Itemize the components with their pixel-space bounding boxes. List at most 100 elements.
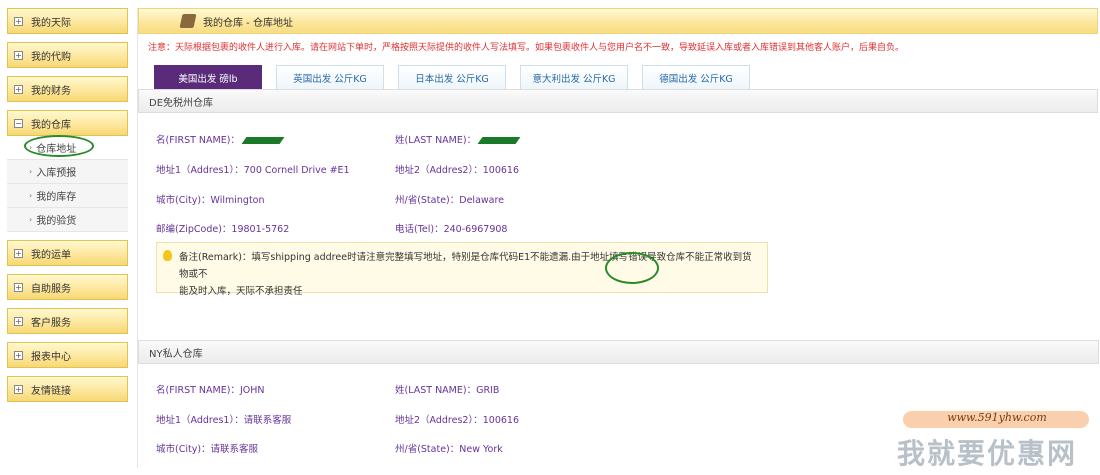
field-label: 姓(LAST NAME)： — [395, 385, 477, 396]
sidebar-item-label: 我的财务 — [31, 85, 71, 97]
sidebar-subitem-my-inventory[interactable]: › 我的库存 — [7, 184, 128, 208]
field-value: 100616 — [482, 165, 519, 176]
warehouse-section-header: DE免税州仓库 — [138, 89, 1098, 113]
field-value: GRIB — [476, 385, 500, 396]
sidebar-subitem-label: 入库预报 — [36, 168, 77, 179]
zip-row: 邮编(ZipCode)：19801-5762 — [156, 221, 289, 235]
main-content: 我的仓库 - 仓库地址 注意：天际根据包裹的收件人进行入库。请在网站下单时，严格… — [137, 8, 1099, 468]
expand-icon: + — [14, 350, 23, 360]
field-value: 100616 — [482, 415, 519, 426]
address2-row: 地址2（Addres2）：100616 — [395, 412, 519, 426]
field-value: JOHN — [239, 385, 265, 396]
field-label: 城市(City)： — [156, 444, 211, 455]
expand-icon: + — [14, 50, 23, 60]
sidebar-subitem-my-inspection[interactable]: › 我的验货 — [7, 208, 128, 232]
expand-icon: + — [14, 282, 23, 292]
warehouse-section-header: NY私人仓库 — [138, 340, 1099, 364]
sidebar-item-friend-links[interactable]: + 友情链接 — [7, 376, 128, 402]
origin-tabs: 美国出发 磅lb 英国出发 公斤KG 日本出发 公斤KG 意大利出发 公斤KG … — [138, 65, 1098, 89]
watermark-logo: www.591yhw.com 我就要优惠网 — [885, 405, 1095, 471]
tab-us[interactable]: 美国出发 磅lb — [154, 65, 262, 89]
field-label: 州/省(State)： — [395, 195, 460, 206]
city-row: 城市(City)：Wilmington — [156, 192, 265, 206]
tab-germany[interactable]: 德国出发 公斤KG — [642, 65, 750, 89]
redaction-mark — [241, 137, 285, 144]
field-label: 电话(Tel)： — [395, 224, 444, 235]
chevron-right-icon: › — [29, 191, 33, 200]
tel-row: 电话(Tel)：240-6967908 — [395, 221, 507, 235]
page-title: 我的仓库 - 仓库地址 — [203, 17, 293, 29]
city-row: 城市(City)：请联系客服 — [156, 441, 258, 455]
field-value: 240-6967908 — [443, 224, 508, 235]
sidebar-item-label: 报表中心 — [31, 351, 71, 363]
sidebar-subitem-label: 我的验货 — [36, 216, 77, 227]
sidebar-item-label: 我的代购 — [31, 51, 71, 63]
redaction-mark — [477, 137, 521, 144]
bag-icon — [179, 14, 197, 28]
field-value: New York — [459, 444, 503, 455]
sidebar: + 我的天际 + 我的代购 + 我的财务 − 我的仓库 › 仓库地址 › 入库预报 › 我的库… — [7, 8, 128, 410]
collapse-icon: − — [14, 118, 23, 128]
watermark-text: 我就要优惠网 — [897, 437, 1078, 470]
sidebar-item-report-center[interactable]: + 报表中心 — [7, 342, 128, 368]
highlight-circle — [24, 135, 94, 157]
remark-box: 备注(Remark)：填写shipping addree时请注意完整填写地址，特… — [156, 242, 768, 297]
lightbulb-icon — [163, 250, 172, 261]
sidebar-item-my-finance[interactable]: + 我的财务 — [7, 76, 128, 102]
field-value: Wilmington — [210, 195, 265, 206]
field-label: 姓(LAST NAME)： — [395, 135, 477, 146]
page-title-bar: 我的仓库 - 仓库地址 — [138, 8, 1098, 34]
field-label: 名(FIRST NAME)： — [156, 135, 240, 146]
field-value: 700 Cornell Drive #E1 — [243, 165, 350, 176]
tab-italy[interactable]: 意大利出发 公斤KG — [520, 65, 628, 89]
address2-row: 地址2（Addres2）：100616 — [395, 162, 519, 176]
expand-icon: + — [14, 84, 23, 94]
sidebar-item-label: 自助服务 — [31, 283, 71, 295]
field-value: 请联系客服 — [243, 415, 292, 426]
expand-icon: + — [14, 384, 23, 394]
state-row: 州/省(State)：New York — [395, 441, 503, 455]
sidebar-item-my-tianji[interactable]: + 我的天际 — [7, 8, 128, 34]
address1-row: 地址1（Addres1）：700 Cornell Drive #E1 — [156, 162, 350, 176]
field-value: 请联系客服 — [210, 444, 259, 455]
sidebar-item-customer-service[interactable]: + 客户服务 — [7, 308, 128, 334]
field-label: 地址2（Addres2）： — [395, 165, 483, 176]
field-value: Delaware — [459, 195, 505, 206]
sidebar-item-self-service[interactable]: + 自助服务 — [7, 274, 128, 300]
field-label: 地址1（Addres1）： — [156, 165, 244, 176]
field-label: 地址1（Addres1）： — [156, 415, 244, 426]
sidebar-subitem-inbound-forecast[interactable]: › 入库预报 — [7, 160, 128, 184]
tab-japan[interactable]: 日本出发 公斤KG — [398, 65, 506, 89]
sidebar-item-my-waybill[interactable]: + 我的运单 — [7, 240, 128, 266]
chevron-right-icon: › — [29, 215, 33, 224]
sidebar-item-my-purchasing[interactable]: + 我的代购 — [7, 42, 128, 68]
sidebar-item-label: 我的仓库 — [31, 119, 71, 131]
sidebar-item-label: 客户服务 — [31, 317, 71, 329]
chevron-right-icon: › — [29, 167, 33, 176]
sidebar-item-my-warehouse[interactable]: − 我的仓库 — [7, 110, 128, 136]
first-name-row: 名(FIRST NAME)：JOHN — [156, 382, 264, 396]
sidebar-item-label: 我的运单 — [31, 249, 71, 261]
highlight-circle — [605, 252, 659, 284]
tab-uk[interactable]: 英国出发 公斤KG — [276, 65, 384, 89]
field-label: 州/省(State)： — [395, 444, 460, 455]
field-value: 19801-5762 — [231, 224, 290, 235]
expand-icon: + — [14, 16, 23, 26]
first-name-row: 名(FIRST NAME)： — [156, 132, 285, 146]
last-name-row: 姓(LAST NAME)： — [395, 132, 521, 146]
watermark-url: www.591yhw.com — [947, 411, 1047, 424]
sidebar-subitem-label: 我的库存 — [36, 192, 77, 203]
field-label: 城市(City)： — [156, 195, 211, 206]
remark-line: 备注(Remark)：填写shipping addree时请注意完整填写地址，特… — [179, 252, 752, 280]
sidebar-item-label: 我的天际 — [31, 17, 71, 29]
last-name-row: 姓(LAST NAME)：GRIB — [395, 382, 499, 396]
notice-text: 注意：天际根据包裹的收件人进行入库。请在网站下单时，严格按照天际提供的收件人写法… — [148, 43, 905, 53]
address1-row: 地址1（Addres1）：请联系客服 — [156, 412, 291, 426]
remark-line: 能及时入库，天际不承担责任 — [179, 286, 303, 297]
field-label: 地址2（Addres2）： — [395, 415, 483, 426]
expand-icon: + — [14, 316, 23, 326]
field-label: 邮编(ZipCode)： — [156, 224, 232, 235]
expand-icon: + — [14, 248, 23, 258]
field-label: 名(FIRST NAME)： — [156, 385, 240, 396]
state-row: 州/省(State)：Delaware — [395, 192, 504, 206]
